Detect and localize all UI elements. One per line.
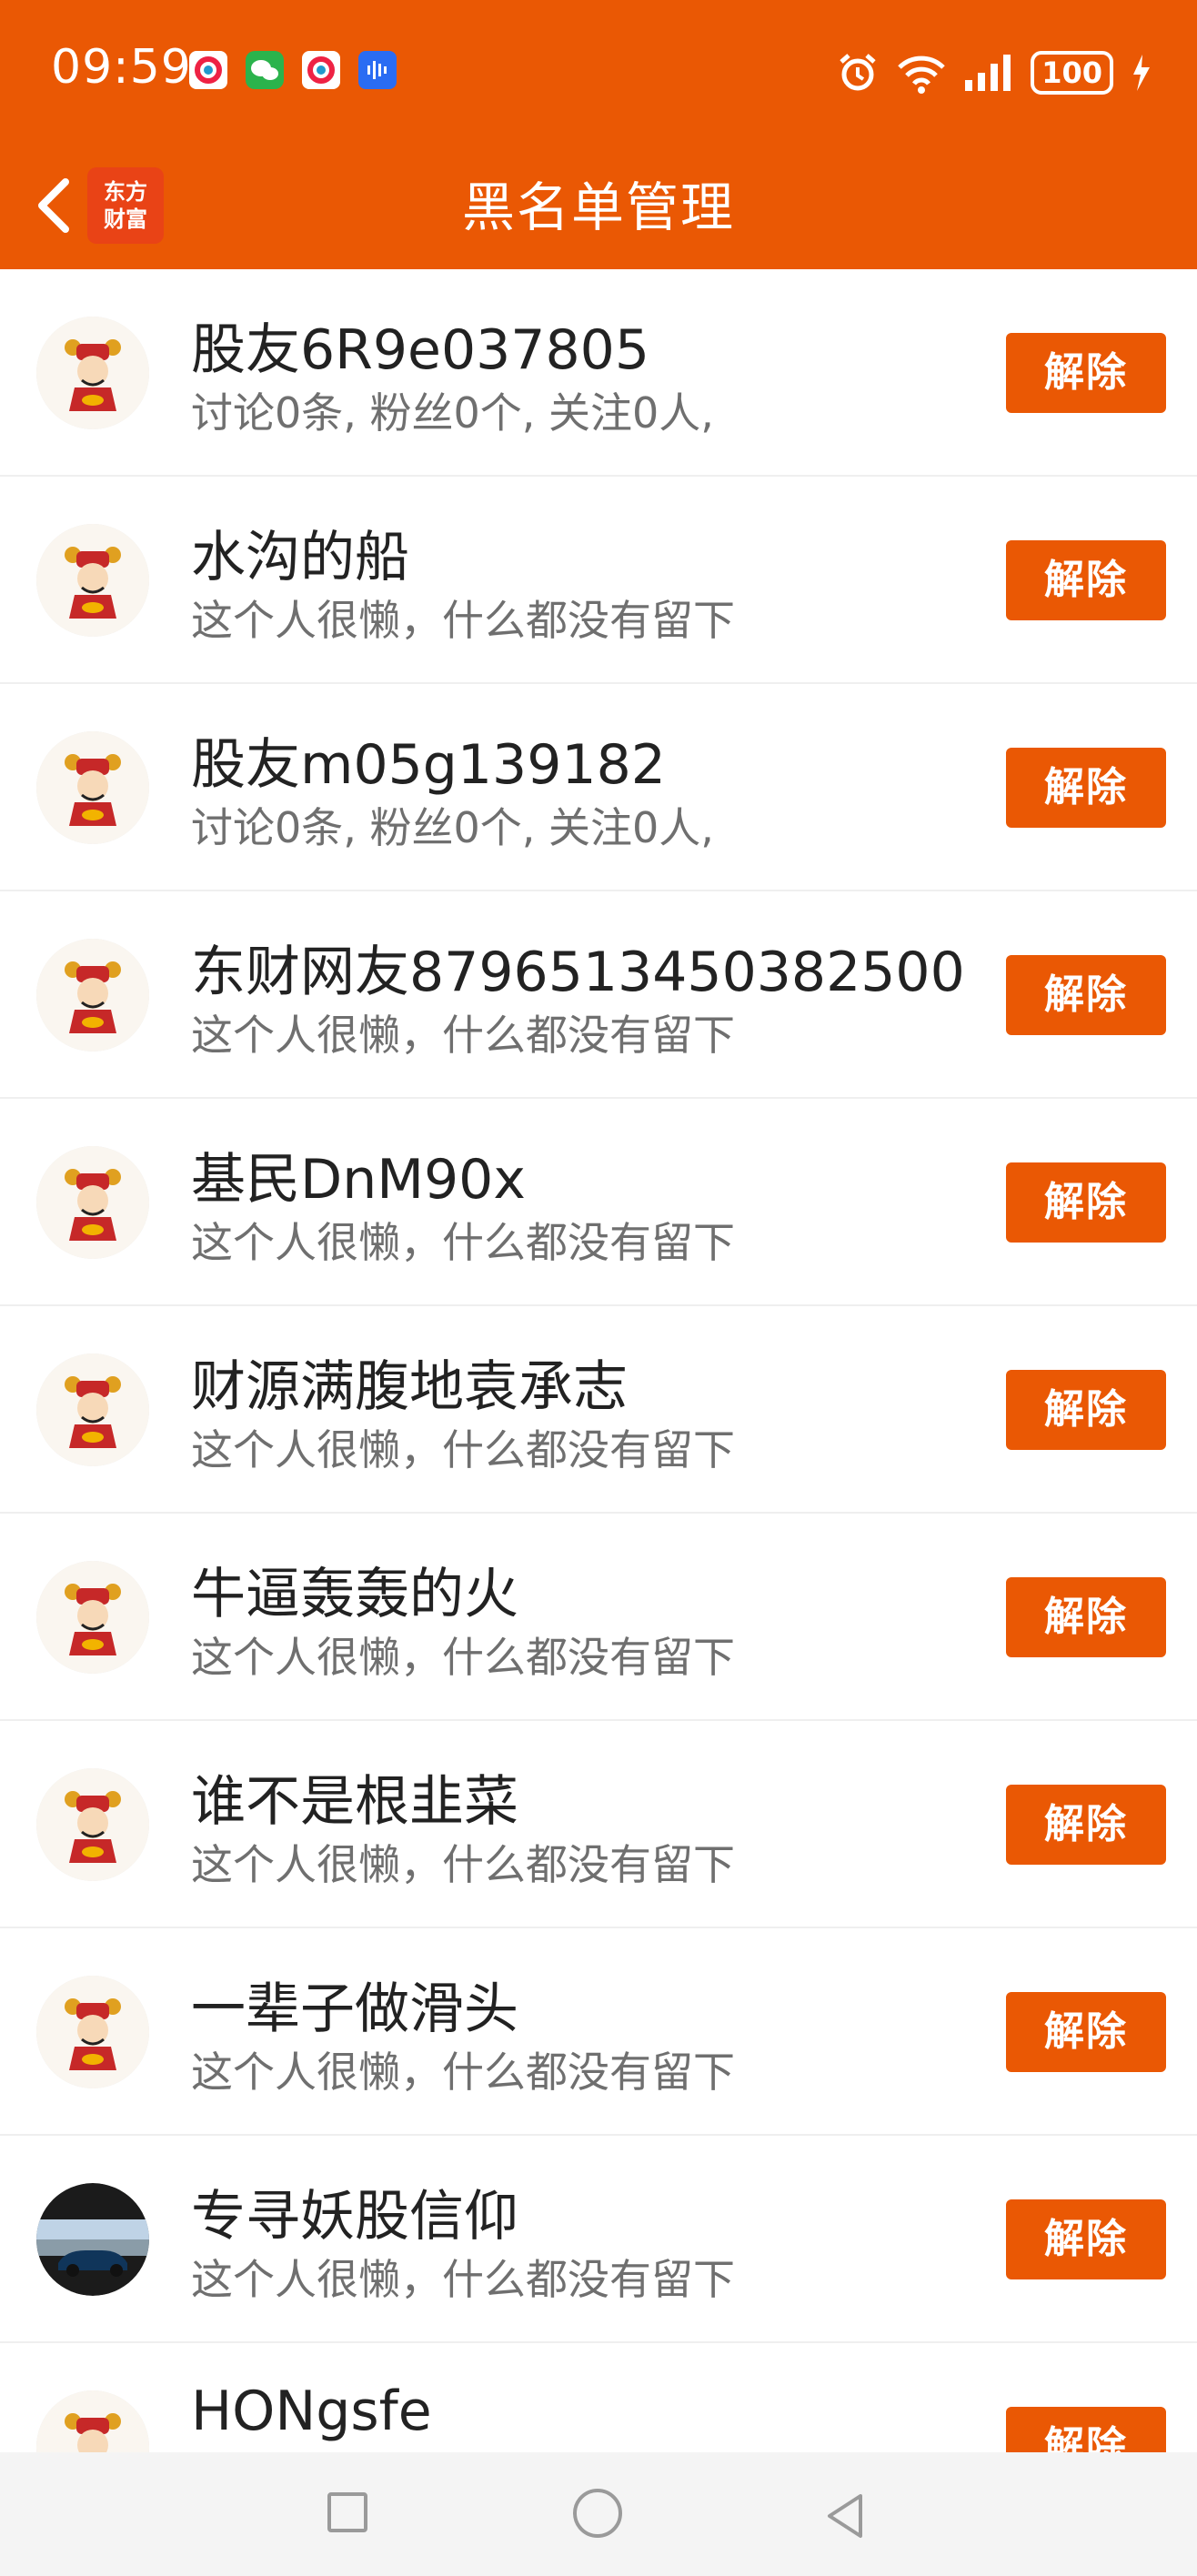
user-desc: 这个人很懒，什么都没有留下: [191, 1633, 735, 1682]
home-icon[interactable]: [573, 2489, 622, 2538]
list-item: 专寻妖股信仰这个人很懒，什么都没有留下 解除: [0, 2136, 1197, 2343]
nav-bar: 黑名单管理 东方 财富: [0, 146, 1197, 269]
user-desc: 这个人很懒，什么都没有留下: [191, 1218, 735, 1267]
brand-logo-text: 东方: [104, 179, 147, 205]
wifi-icon: [898, 55, 945, 94]
user-name: 专寻妖股信仰: [191, 2185, 518, 2249]
avatar[interactable]: [36, 524, 149, 637]
list-item: HONgsfe 解除: [0, 2343, 1197, 2452]
list-item: 基民DnM90x 这个人很懒，什么都没有留下 解除: [0, 1099, 1197, 1306]
avatar[interactable]: [36, 2390, 149, 2452]
alarm-icon: [840, 54, 876, 91]
user-name: 东财网友8796513450382500: [191, 941, 965, 1004]
blacklist-list: 股友6R9e037805 讨论0条, 粉丝0个, 关注0人, 解除 水沟的船这个人很…: [0, 269, 1197, 2452]
back-triangle-icon[interactable]: [819, 2489, 873, 2543]
user-name: 牛逼轰轰的火: [191, 1563, 518, 1626]
user-name: 基民DnM90x: [191, 1148, 526, 1212]
avatar[interactable]: [36, 939, 149, 1052]
recent-apps-icon[interactable]: [327, 2492, 367, 2532]
avatar[interactable]: [36, 317, 149, 429]
app-notification-icon: [189, 51, 227, 89]
avatar[interactable]: [36, 731, 149, 844]
list-item: 牛逼轰轰的火这个人很懒，什么都没有留下 解除: [0, 1514, 1197, 1721]
status-bar: 09:59 100: [0, 0, 1197, 146]
battery-indicator: 100: [1031, 51, 1113, 95]
remove-button[interactable]: 解除: [1006, 1785, 1166, 1865]
user-desc: 这个人很懒，什么都没有留下: [191, 2048, 735, 2097]
voice-recorder-icon: [358, 51, 397, 89]
remove-button[interactable]: 解除: [1006, 333, 1166, 413]
avatar[interactable]: [36, 1768, 149, 1881]
remove-button[interactable]: 解除: [1006, 2407, 1166, 2452]
avatar[interactable]: [36, 1146, 149, 1259]
list-item: 股友m05g139182 讨论0条, 粉丝0个, 关注0人, 解除: [0, 684, 1197, 891]
remove-button[interactable]: 解除: [1006, 1370, 1166, 1450]
remove-button[interactable]: 解除: [1006, 1162, 1166, 1243]
remove-button[interactable]: 解除: [1006, 955, 1166, 1035]
avatar[interactable]: [36, 1561, 149, 1674]
status-time: 09:59: [51, 40, 192, 95]
avatar[interactable]: [36, 1976, 149, 2088]
user-desc: 讨论0条, 粉丝0个, 关注0人,: [191, 803, 714, 852]
brand-logo-text: 财富: [104, 206, 147, 232]
remove-button[interactable]: 解除: [1006, 1992, 1166, 2072]
charging-icon: [1133, 55, 1150, 91]
back-arrow-icon[interactable]: [20, 169, 93, 242]
brand-logo: 东方 财富: [87, 167, 164, 244]
app-notification-icon: [302, 51, 340, 89]
user-name: 水沟的船: [191, 526, 409, 589]
remove-button[interactable]: 解除: [1006, 2199, 1166, 2279]
user-name: HONgsfe: [191, 2380, 432, 2443]
user-name: 财源满腹地袁承志: [191, 1355, 628, 1419]
list-item: 水沟的船这个人很懒，什么都没有留下 解除: [0, 477, 1197, 684]
avatar[interactable]: [36, 1353, 149, 1466]
user-desc: 讨论0条, 粉丝0个, 关注0人,: [191, 388, 714, 438]
remove-button[interactable]: 解除: [1006, 540, 1166, 620]
remove-button[interactable]: 解除: [1006, 1577, 1166, 1657]
user-name: 股友6R9e037805: [191, 318, 649, 382]
user-name: 股友m05g139182: [191, 733, 666, 797]
user-desc: 这个人很懒，什么都没有留下: [191, 2255, 735, 2304]
wechat-icon: [246, 51, 284, 89]
list-item: 股友6R9e037805 讨论0条, 粉丝0个, 关注0人, 解除: [0, 269, 1197, 477]
remove-button[interactable]: 解除: [1006, 748, 1166, 828]
avatar[interactable]: [36, 2183, 149, 2296]
user-desc: 这个人很懒，什么都没有留下: [191, 596, 735, 645]
user-desc: 这个人很懒，什么都没有留下: [191, 1011, 735, 1060]
app-header: 09:59 100 黑名单管理 东方 财富: [0, 0, 1197, 269]
user-name: 一辈子做滑头: [191, 1977, 518, 2041]
list-item: 东财网友8796513450382500 这个人很懒，什么都没有留下 解除: [0, 891, 1197, 1099]
signal-icon: [965, 55, 1011, 91]
user-desc: 这个人很懒，什么都没有留下: [191, 1425, 735, 1474]
system-nav-bar: [0, 2452, 1197, 2576]
status-icons: 100: [836, 45, 1152, 100]
list-item: 谁不是根韭菜这个人很懒，什么都没有留下 解除: [0, 1721, 1197, 1928]
page-title: 黑名单管理: [461, 176, 735, 238]
user-name: 谁不是根韭菜: [191, 1770, 518, 1834]
list-item: 一辈子做滑头这个人很懒，什么都没有留下 解除: [0, 1928, 1197, 2136]
list-item: 财源满腹地袁承志这个人很懒，什么都没有留下 解除: [0, 1306, 1197, 1514]
user-desc: 这个人很懒，什么都没有留下: [191, 1840, 735, 1889]
